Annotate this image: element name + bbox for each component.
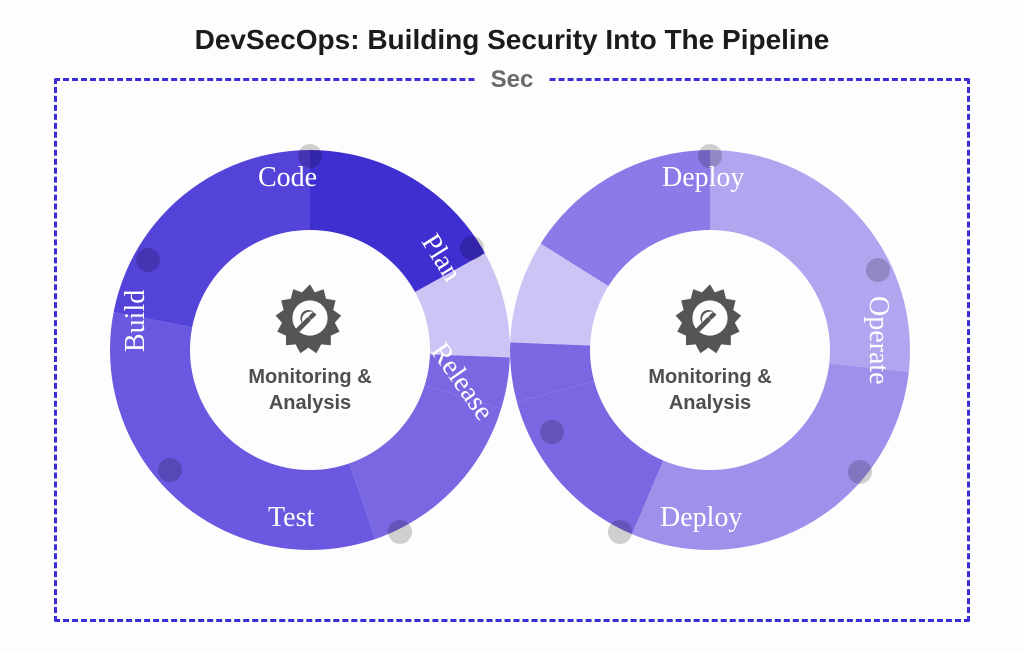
label-build: Build bbox=[120, 290, 152, 352]
gear-wrench-icon bbox=[270, 278, 350, 358]
label-deploy-top: Deploy bbox=[662, 162, 744, 194]
label-deploy-bottom: Deploy bbox=[660, 502, 742, 534]
sec-label: Sec bbox=[477, 66, 548, 94]
label-test: Test bbox=[268, 502, 314, 534]
label-operate: Operate bbox=[862, 296, 894, 385]
center-caption-right: Monitoring &Analysis bbox=[610, 364, 810, 416]
page-title: DevSecOps: Building Security Into The Pi… bbox=[0, 24, 1024, 56]
center-caption-left: Monitoring &Analysis bbox=[210, 364, 410, 416]
gear-wrench-icon bbox=[670, 278, 750, 358]
infinity-diagram: Code Build Test Release Plan Deploy Oper… bbox=[100, 120, 920, 580]
infinity-svg bbox=[100, 120, 920, 580]
label-code: Code bbox=[258, 162, 317, 194]
